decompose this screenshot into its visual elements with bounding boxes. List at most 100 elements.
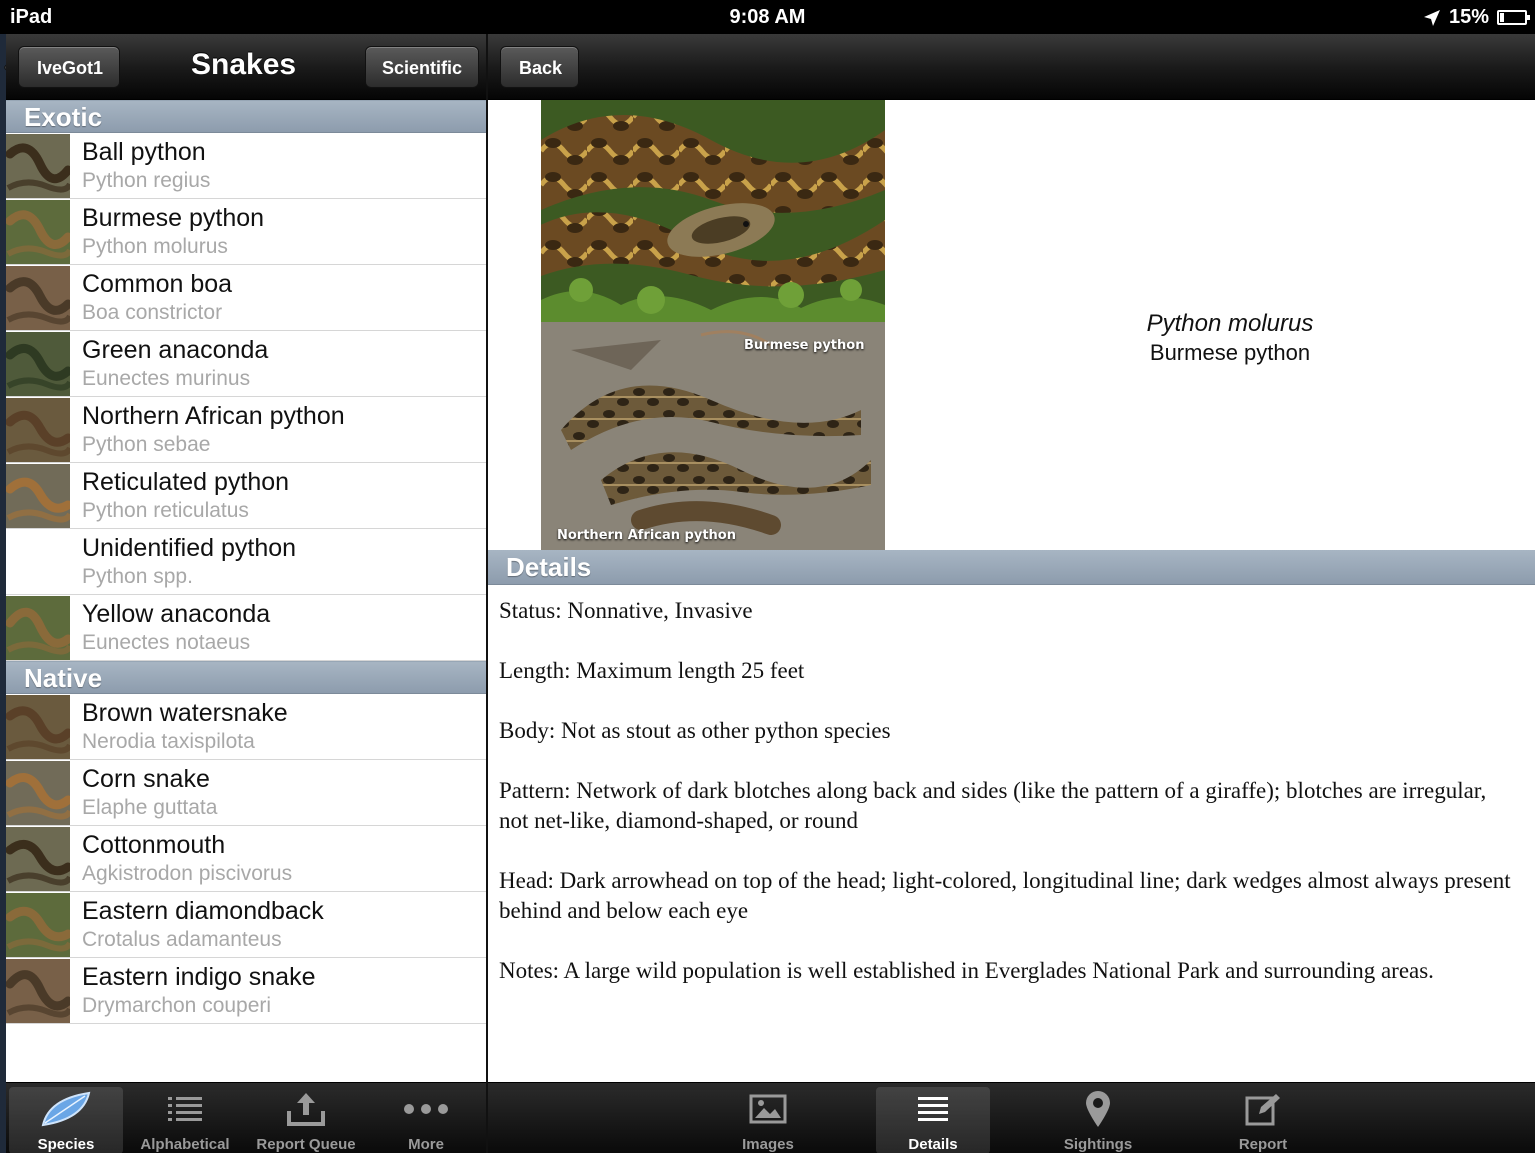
tab-alphabetical[interactable]: Alphabetical [128, 1087, 242, 1153]
more-icon [369, 1087, 483, 1131]
compose-icon [1206, 1087, 1320, 1131]
species-thumbnail [6, 134, 70, 198]
species-thumbnail [6, 266, 70, 330]
tab-label: More [408, 1136, 444, 1153]
species-photo[interactable]: Burmese python Northern African python [541, 100, 885, 550]
species-scientific-name: Python molurus [82, 235, 228, 258]
list-item[interactable]: Burmese python Python molurus [6, 199, 486, 265]
upload-icon [249, 1087, 363, 1131]
species-scientific-name: Python regius [82, 169, 211, 192]
tab-report-queue[interactable]: Report Queue [249, 1087, 363, 1153]
page-title: Snakes [191, 48, 297, 81]
species-common-name: Corn snake [82, 765, 210, 793]
list-item[interactable]: Common boa Boa constrictor [6, 265, 486, 331]
species-thumbnail [6, 398, 70, 462]
list-item[interactable]: Green anaconda Eunectes murinus [6, 331, 486, 397]
tab-label: Details [908, 1136, 958, 1153]
detail-line: Head: Dark arrowhead on top of the head;… [499, 868, 1511, 923]
tab-species[interactable]: Species [9, 1087, 123, 1153]
details-icon [876, 1087, 990, 1131]
battery-percent: 15% [1448, 6, 1489, 28]
back-button[interactable]: Back [500, 46, 580, 88]
species-common-name: Burmese python [82, 204, 265, 232]
list-item[interactable]: Yellow anaconda Eunectes notaeus [6, 595, 486, 661]
back-button-label: IveGot1 [37, 58, 104, 78]
list-item[interactable]: Northern African python Python sebae [6, 397, 486, 463]
species-thumbnail [6, 959, 70, 1023]
species-common-name: Common boa [82, 270, 233, 298]
species-common-name: Green anaconda [82, 336, 269, 364]
species-thumbnail [6, 200, 70, 264]
list-item[interactable]: Brown watersnake Nerodia taxispilota [6, 694, 486, 760]
detail-line: Length: Maximum length 25 feet [499, 658, 805, 683]
tab-more[interactable]: More [369, 1087, 483, 1153]
status-bar: iPad 9:08 AM 15% [0, 0, 1535, 34]
species-thumbnail [6, 827, 70, 891]
leaf-icon [9, 1087, 123, 1131]
detail-line: Notes: A large wild population is well e… [499, 958, 1434, 983]
back-button-label: Back [519, 58, 563, 78]
battery-level [1500, 13, 1504, 22]
scientific-toggle-button[interactable]: Scientific [365, 46, 480, 88]
species-scientific-name: Elaphe guttata [82, 796, 218, 819]
clock: 9:08 AM [729, 6, 806, 28]
tab-label: Report Queue [256, 1136, 356, 1153]
image-icon [711, 1087, 825, 1131]
scientific-name: Python molurus [1146, 310, 1314, 337]
species-common-name: Eastern diamondback [82, 897, 324, 925]
list-icon [128, 1087, 242, 1131]
species-scientific-name: Python sebae [82, 433, 211, 456]
species-common-name: Yellow anaconda [82, 600, 271, 628]
list-item[interactable]: Cottonmouth Agkistrodon piscivorus [6, 826, 486, 892]
section-header-native: Native [6, 661, 486, 694]
species-detail: Burmese python Northern African python P… [488, 100, 1535, 1082]
tab-report[interactable]: Report [1206, 1087, 1320, 1153]
species-thumbnail [6, 761, 70, 825]
species-common-name: Northern African python [82, 402, 345, 430]
species-common-name: Cottonmouth [82, 831, 226, 859]
tab-label: Report [1238, 1136, 1288, 1153]
species-common-name: Brown watersnake [82, 699, 288, 727]
list-item[interactable]: Corn snake Elaphe guttata [6, 760, 486, 826]
list-item[interactable]: Eastern indigo snake Drymarchon couperi [6, 958, 486, 1024]
species-scientific-name: Eunectes notaeus [82, 631, 251, 654]
photo-caption-top: Burmese python [744, 338, 865, 353]
tab-label: Sightings [1063, 1136, 1133, 1153]
species-identity: Python molurus Burmese python [1048, 310, 1412, 366]
tab-sightings[interactable]: Sightings [1041, 1087, 1155, 1153]
details-text: Status: Nonnative, Invasive Length: Maxim… [499, 596, 1519, 1016]
detail-line: Body: Not as stout as other python speci… [499, 718, 891, 743]
species-scientific-name: Python reticulatus [82, 499, 249, 522]
species-list: Exotic Ball python Python regius Burmese py… [6, 100, 486, 1082]
species-thumbnail [6, 332, 70, 396]
species-thumbnail [6, 695, 70, 759]
right-tab-bar: Images Details Sightings Report [488, 1082, 1535, 1153]
details-section-header: Details [488, 550, 1535, 585]
detail-line: Status: Nonnative, Invasive [499, 598, 753, 623]
list-item[interactable]: Eastern diamondback Crotalus adamanteus [6, 892, 486, 958]
species-scientific-name: Crotalus adamanteus [82, 928, 282, 951]
species-scientific-name: Eunectes murinus [82, 367, 251, 390]
species-common-name: Eastern indigo snake [82, 963, 316, 991]
tab-details[interactable]: Details [876, 1087, 990, 1153]
detail-line: Pattern: Network of dark blotches along … [499, 778, 1487, 833]
common-name: Burmese python [1149, 340, 1311, 365]
species-thumbnail [6, 464, 70, 528]
left-tab-bar: Species Alphabetical Report Queue More [6, 1082, 486, 1153]
location-arrow-icon [1423, 9, 1440, 26]
list-item[interactable]: Ball python Python regius [6, 133, 486, 199]
species-thumbnail [6, 893, 70, 957]
ivegot1-back-button[interactable]: IveGot1 [18, 46, 121, 88]
species-scientific-name: Agkistrodon piscivorus [82, 862, 293, 885]
species-photo-image [541, 100, 885, 550]
species-common-name: Reticulated python [82, 468, 290, 496]
list-item[interactable]: Unidentified python Python spp. [6, 529, 486, 595]
species-thumbnail [6, 596, 70, 660]
list-item[interactable]: Reticulated python Python reticulatus [6, 463, 486, 529]
species-common-name: Unidentified python [82, 534, 297, 562]
tab-label: Images [742, 1136, 794, 1153]
tab-label: Species [37, 1136, 95, 1153]
species-scientific-name: Python spp. [82, 565, 193, 588]
species-scientific-name: Nerodia taxispilota [82, 730, 255, 753]
tab-images[interactable]: Images [711, 1087, 825, 1153]
